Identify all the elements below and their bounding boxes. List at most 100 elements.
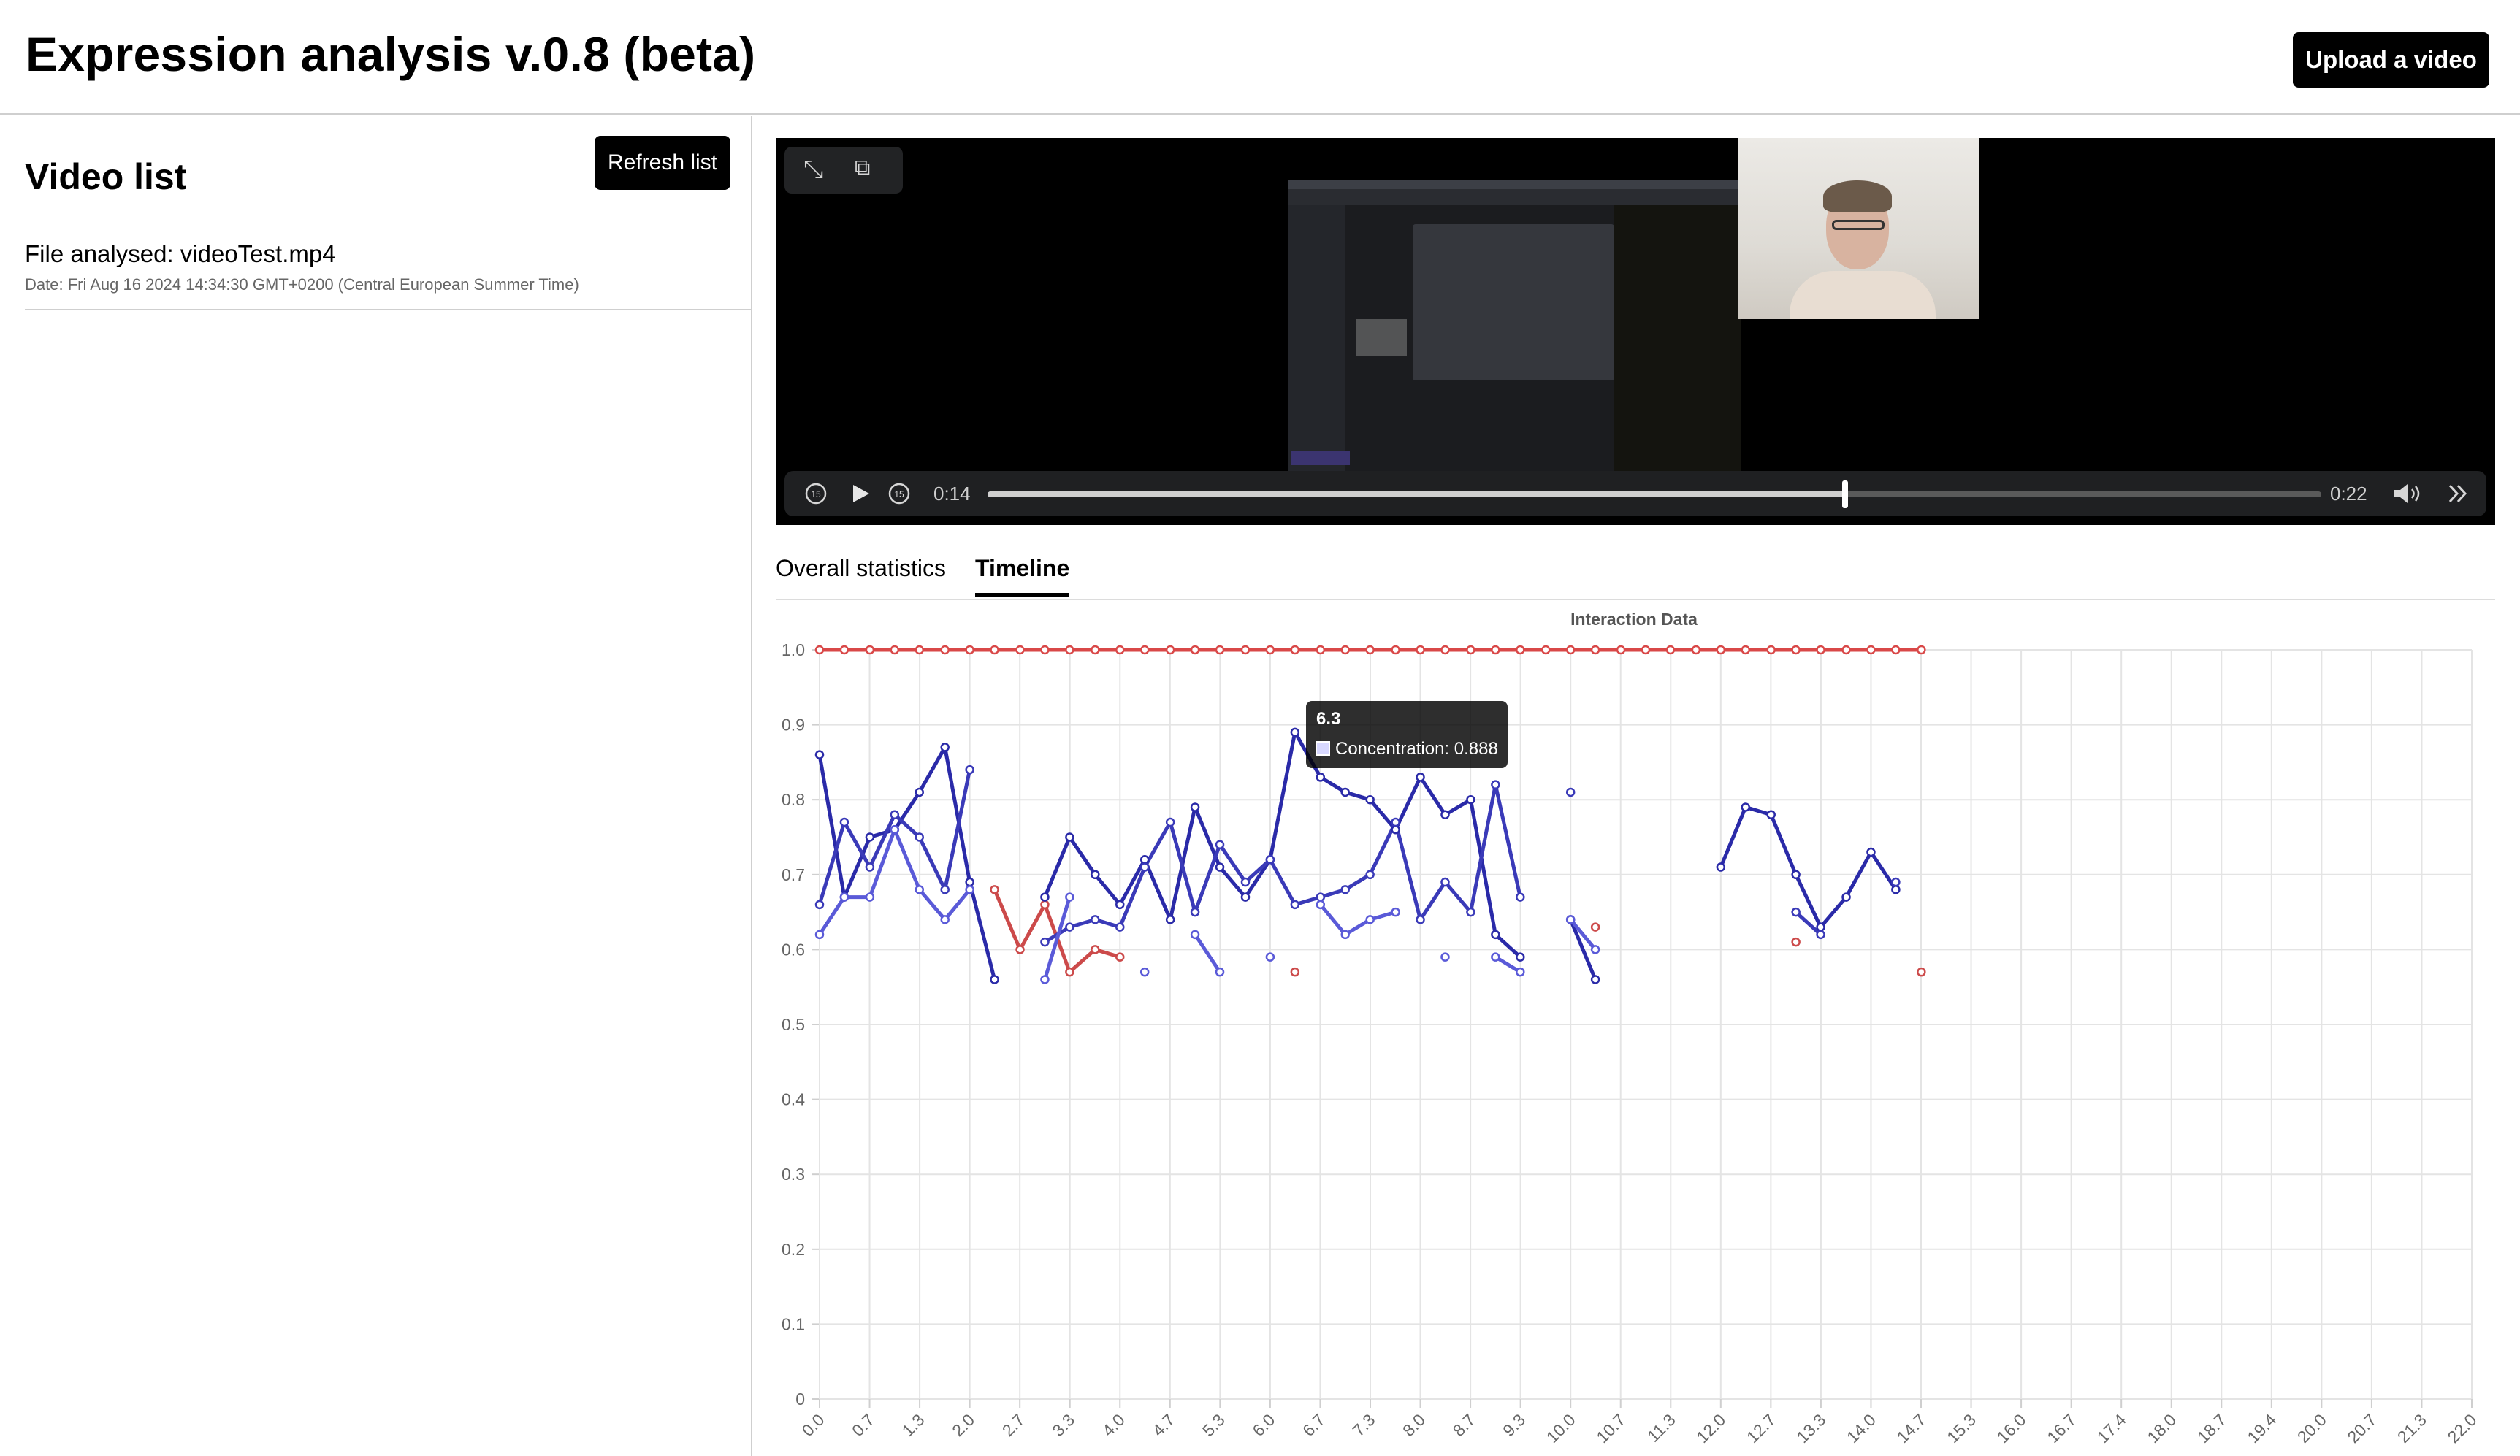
upload-video-button[interactable]: Upload a video bbox=[2293, 32, 2489, 88]
data-point[interactable] bbox=[1816, 645, 1825, 655]
data-point[interactable] bbox=[1841, 892, 1851, 902]
data-point[interactable] bbox=[1917, 645, 1926, 655]
data-point[interactable] bbox=[1316, 773, 1326, 782]
tab-overall-statistics[interactable]: Overall statistics bbox=[776, 555, 946, 582]
data-point[interactable] bbox=[814, 900, 825, 910]
data-point[interactable] bbox=[1139, 862, 1150, 872]
data-point[interactable] bbox=[1565, 787, 1576, 797]
refresh-list-button[interactable]: Refresh list bbox=[595, 136, 730, 190]
data-point[interactable] bbox=[1391, 645, 1400, 655]
data-point[interactable] bbox=[915, 787, 924, 797]
picture-in-picture-icon[interactable]: ⧉ bbox=[855, 157, 870, 179]
data-point[interactable] bbox=[1065, 832, 1074, 842]
data-point[interactable] bbox=[1240, 892, 1251, 902]
data-point[interactable] bbox=[1416, 645, 1425, 655]
data-point[interactable] bbox=[1841, 645, 1851, 655]
skip-forward-15-icon[interactable]: 15 bbox=[887, 481, 912, 506]
data-point[interactable] bbox=[940, 915, 950, 924]
data-point[interactable] bbox=[1516, 967, 1525, 977]
data-point[interactable] bbox=[814, 645, 825, 655]
data-point[interactable] bbox=[1866, 847, 1876, 857]
data-point[interactable] bbox=[1691, 645, 1701, 655]
tab-timeline[interactable]: Timeline bbox=[975, 555, 1069, 582]
data-point[interactable] bbox=[1491, 645, 1500, 655]
data-point[interactable] bbox=[1891, 885, 1901, 894]
data-point[interactable] bbox=[1190, 930, 1200, 940]
data-point[interactable] bbox=[940, 743, 950, 752]
data-point[interactable] bbox=[1391, 824, 1400, 835]
data-point[interactable] bbox=[1440, 645, 1450, 655]
data-point[interactable] bbox=[965, 765, 974, 775]
data-point[interactable] bbox=[1741, 802, 1750, 812]
data-point[interactable] bbox=[1741, 645, 1750, 655]
data-point[interactable] bbox=[1139, 855, 1150, 865]
data-point[interactable] bbox=[1065, 892, 1074, 902]
data-point[interactable] bbox=[1491, 780, 1500, 789]
data-point[interactable] bbox=[1091, 645, 1100, 655]
data-point[interactable] bbox=[1440, 810, 1450, 819]
data-point[interactable] bbox=[1040, 645, 1050, 655]
data-point[interactable] bbox=[1816, 930, 1825, 940]
data-point[interactable] bbox=[1891, 645, 1901, 655]
data-point[interactable] bbox=[1316, 645, 1326, 655]
data-point[interactable] bbox=[1139, 645, 1150, 655]
data-point[interactable] bbox=[1265, 855, 1275, 865]
data-point[interactable] bbox=[1365, 915, 1375, 924]
data-point[interactable] bbox=[915, 885, 924, 894]
list-item[interactable]: File analysed: videoTest.mp4 Date: Fri A… bbox=[25, 240, 752, 310]
data-point[interactable] bbox=[1641, 645, 1651, 655]
data-point[interactable] bbox=[1115, 922, 1125, 932]
data-point[interactable] bbox=[1115, 900, 1125, 910]
data-point[interactable] bbox=[1491, 930, 1500, 940]
data-point[interactable] bbox=[1791, 870, 1801, 880]
data-point[interactable] bbox=[1440, 877, 1450, 887]
data-point[interactable] bbox=[865, 832, 875, 842]
volume-icon[interactable] bbox=[2391, 481, 2427, 506]
chevron-double-right-icon[interactable] bbox=[2445, 482, 2470, 505]
data-point[interactable] bbox=[915, 832, 924, 842]
data-point[interactable] bbox=[1665, 645, 1676, 655]
data-point[interactable] bbox=[1190, 907, 1200, 917]
data-point[interactable] bbox=[1716, 862, 1726, 872]
data-point[interactable] bbox=[814, 930, 825, 940]
data-point[interactable] bbox=[1466, 907, 1475, 917]
data-point[interactable] bbox=[1440, 952, 1450, 962]
data-point[interactable] bbox=[1590, 645, 1600, 655]
data-point[interactable] bbox=[1290, 645, 1300, 655]
data-point[interactable] bbox=[1565, 915, 1576, 924]
data-point[interactable] bbox=[1516, 952, 1525, 962]
data-point[interactable] bbox=[1091, 915, 1100, 924]
data-point[interactable] bbox=[839, 645, 849, 655]
data-point[interactable] bbox=[1316, 892, 1326, 902]
data-point[interactable] bbox=[1466, 794, 1475, 805]
data-point[interactable] bbox=[1716, 645, 1726, 655]
data-point[interactable] bbox=[865, 862, 875, 872]
data-point[interactable] bbox=[1340, 645, 1350, 655]
data-point[interactable] bbox=[890, 810, 900, 819]
data-point[interactable] bbox=[1015, 645, 1025, 655]
data-point[interactable] bbox=[865, 892, 875, 902]
data-point[interactable] bbox=[1340, 930, 1350, 940]
data-point[interactable] bbox=[1816, 922, 1825, 932]
data-point[interactable] bbox=[990, 885, 999, 894]
data-point[interactable] bbox=[865, 645, 875, 655]
data-point[interactable] bbox=[839, 892, 849, 902]
data-point[interactable] bbox=[1590, 945, 1600, 954]
data-point[interactable] bbox=[1040, 975, 1050, 984]
data-point[interactable] bbox=[890, 645, 900, 655]
data-point[interactable] bbox=[1416, 915, 1425, 924]
data-point[interactable] bbox=[1791, 645, 1801, 655]
data-point[interactable] bbox=[1215, 967, 1225, 977]
data-point[interactable] bbox=[1516, 892, 1525, 902]
data-point[interactable] bbox=[1265, 645, 1275, 655]
data-point[interactable] bbox=[1115, 645, 1125, 655]
data-point[interactable] bbox=[1190, 645, 1200, 655]
data-point[interactable] bbox=[1416, 773, 1425, 782]
data-point[interactable] bbox=[1590, 975, 1600, 984]
data-point[interactable] bbox=[1365, 794, 1375, 805]
progress-handle[interactable] bbox=[1842, 480, 1849, 508]
data-point[interactable] bbox=[1290, 900, 1300, 910]
data-point[interactable] bbox=[1240, 645, 1251, 655]
data-point[interactable] bbox=[940, 645, 950, 655]
data-point[interactable] bbox=[1616, 645, 1626, 655]
